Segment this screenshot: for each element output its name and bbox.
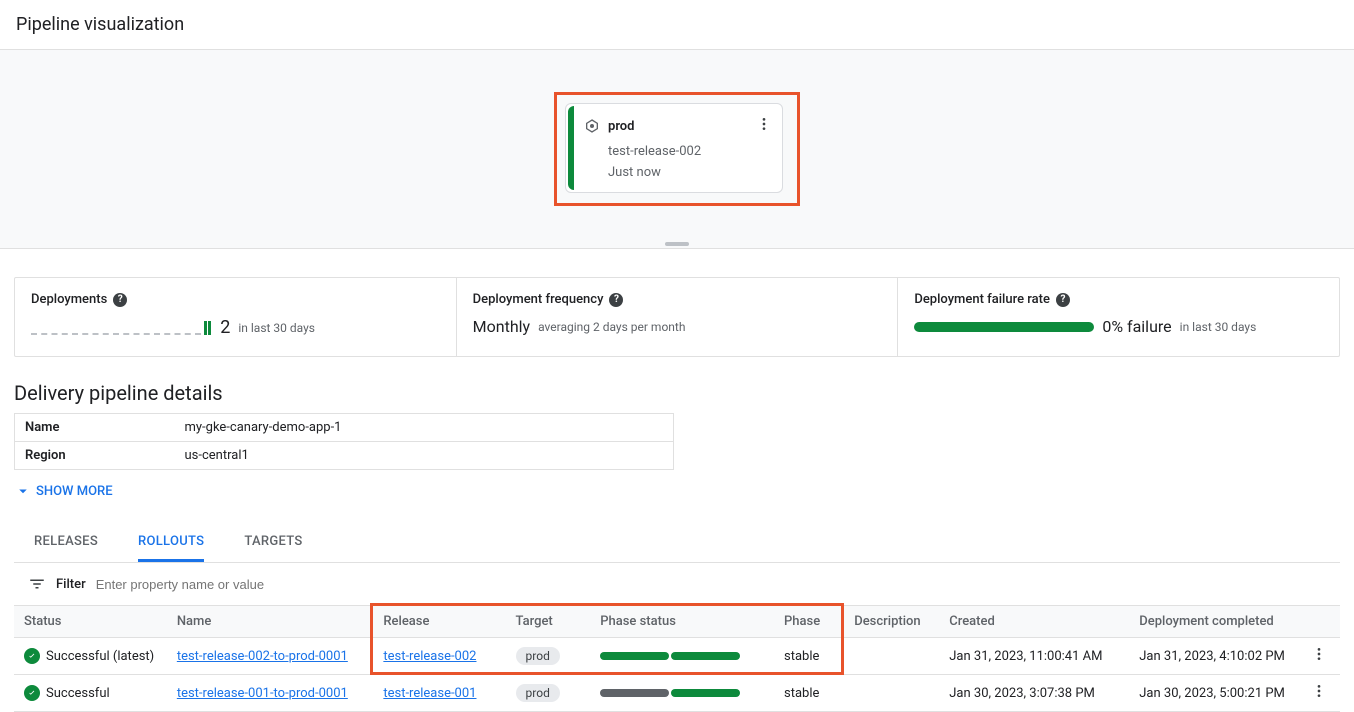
release-link[interactable]: test-release-001 — [383, 686, 476, 701]
phase-text: stable — [774, 638, 844, 675]
page-title: Pipeline visualization — [0, 0, 1354, 49]
chevron-down-icon — [14, 482, 32, 500]
failure-suffix: in last 30 days — [1180, 320, 1257, 334]
show-more-button[interactable]: SHOW MORE — [14, 482, 113, 500]
phase-text: stable — [774, 675, 844, 712]
stage-card-prod[interactable]: prod test-release-002 Just now — [565, 103, 783, 193]
release-link[interactable]: test-release-002 — [383, 649, 476, 664]
stage-time: Just now — [608, 165, 774, 180]
target-chip[interactable]: prod — [516, 684, 560, 702]
col-description: Description — [844, 606, 939, 638]
sparkline — [31, 320, 212, 335]
metric-title: Deployment frequency — [473, 292, 604, 307]
detail-region-value: us-central1 — [175, 442, 674, 470]
tabs: RELEASES ROLLOUTS TARGETS — [14, 524, 1340, 563]
col-phase-status: Phase status — [590, 606, 774, 638]
table-row: Successful test-release-001-to-prod-0001 t… — [14, 675, 1340, 712]
deployments-suffix: in last 30 days — [238, 321, 315, 335]
detail-name-value: my-gke-canary-demo-app-1 — [175, 414, 674, 442]
highlight-box: prod test-release-002 Just now — [554, 92, 800, 206]
target-chip[interactable]: prod — [516, 647, 560, 665]
metric-failure: Deployment failure rate ? 0% failure in … — [898, 278, 1339, 356]
status-text: Successful (latest) — [46, 649, 154, 664]
filter-bar: Filter — [0, 563, 1354, 605]
phase-segment — [671, 652, 740, 660]
col-name: Name — [167, 606, 374, 638]
col-created: Created — [939, 606, 1129, 638]
stage-name: prod — [608, 119, 746, 134]
stage-release: test-release-002 — [608, 144, 774, 159]
tab-rollouts[interactable]: ROLLOUTS — [138, 524, 204, 562]
phase-segment — [671, 689, 740, 697]
metric-deployments: Deployments ? 2 in last 30 days — [15, 278, 457, 356]
description-cell — [844, 638, 939, 675]
col-phase: Phase — [774, 606, 844, 638]
phase-segment — [600, 652, 669, 660]
more-vert-icon — [1311, 683, 1327, 699]
col-menu — [1299, 606, 1340, 638]
rollout-name-link[interactable]: test-release-001-to-prod-0001 — [177, 686, 348, 701]
status-cell: Successful (latest) — [24, 648, 157, 664]
frequency-main: Monthly — [473, 317, 530, 336]
help-icon[interactable]: ? — [609, 293, 623, 307]
pipeline-visualization: prod test-release-002 Just now — [0, 49, 1354, 249]
col-status: Status — [14, 606, 167, 638]
completed-cell: Jan 31, 2023, 4:10:02 PM — [1129, 638, 1298, 675]
deployments-count: 2 — [220, 317, 230, 338]
metric-title: Deployment failure rate — [914, 292, 1050, 307]
phase-segment — [600, 689, 669, 697]
frequency-suffix: averaging 2 days per month — [538, 320, 685, 334]
check-circle-icon — [24, 685, 40, 701]
row-menu-button[interactable] — [1299, 675, 1340, 712]
rollouts-table: Status Name Release Target Phase status … — [14, 605, 1340, 712]
rollout-name-link[interactable]: test-release-002-to-prod-0001 — [177, 649, 348, 664]
tab-releases[interactable]: RELEASES — [34, 524, 98, 562]
completed-cell: Jan 30, 2023, 5:00:21 PM — [1129, 675, 1298, 712]
table-row: Successful (latest) test-release-002-to-p… — [14, 638, 1340, 675]
created-cell: Jan 31, 2023, 11:00:41 AM — [939, 638, 1129, 675]
resize-handle[interactable] — [665, 242, 689, 246]
stage-menu-button[interactable] — [754, 114, 774, 138]
more-vert-icon — [756, 116, 772, 132]
description-cell — [844, 675, 939, 712]
detail-region-label: Region — [15, 442, 175, 470]
col-target: Target — [506, 606, 591, 638]
filter-input[interactable] — [96, 577, 356, 592]
filter-icon — [28, 575, 46, 593]
tab-targets[interactable]: TARGETS — [244, 524, 302, 562]
failure-main: 0% failure — [1102, 317, 1171, 336]
phase-status-bar — [600, 689, 740, 697]
col-completed: Deployment completed — [1129, 606, 1298, 638]
col-release: Release — [373, 606, 505, 638]
created-cell: Jan 30, 2023, 3:07:38 PM — [939, 675, 1129, 712]
help-icon[interactable]: ? — [1056, 293, 1070, 307]
check-circle-icon — [24, 648, 40, 664]
details-table: Name my-gke-canary-demo-app-1 Region us-… — [14, 413, 674, 470]
filter-label: Filter — [56, 577, 86, 592]
help-icon[interactable]: ? — [113, 293, 127, 307]
metric-frequency: Deployment frequency ? Monthly averaging… — [457, 278, 899, 356]
gke-icon — [584, 118, 600, 134]
row-menu-button[interactable] — [1299, 638, 1340, 675]
phase-status-bar — [600, 652, 740, 660]
failure-bar — [914, 322, 1094, 332]
show-more-label: SHOW MORE — [36, 484, 113, 499]
metrics-row: Deployments ? 2 in last 30 days Deployme… — [14, 277, 1340, 357]
metric-title: Deployments — [31, 292, 107, 307]
details-title: Delivery pipeline details — [14, 381, 1340, 405]
more-vert-icon — [1311, 646, 1327, 662]
status-text: Successful — [46, 686, 110, 701]
status-cell: Successful — [24, 685, 157, 701]
detail-name-label: Name — [15, 414, 175, 442]
